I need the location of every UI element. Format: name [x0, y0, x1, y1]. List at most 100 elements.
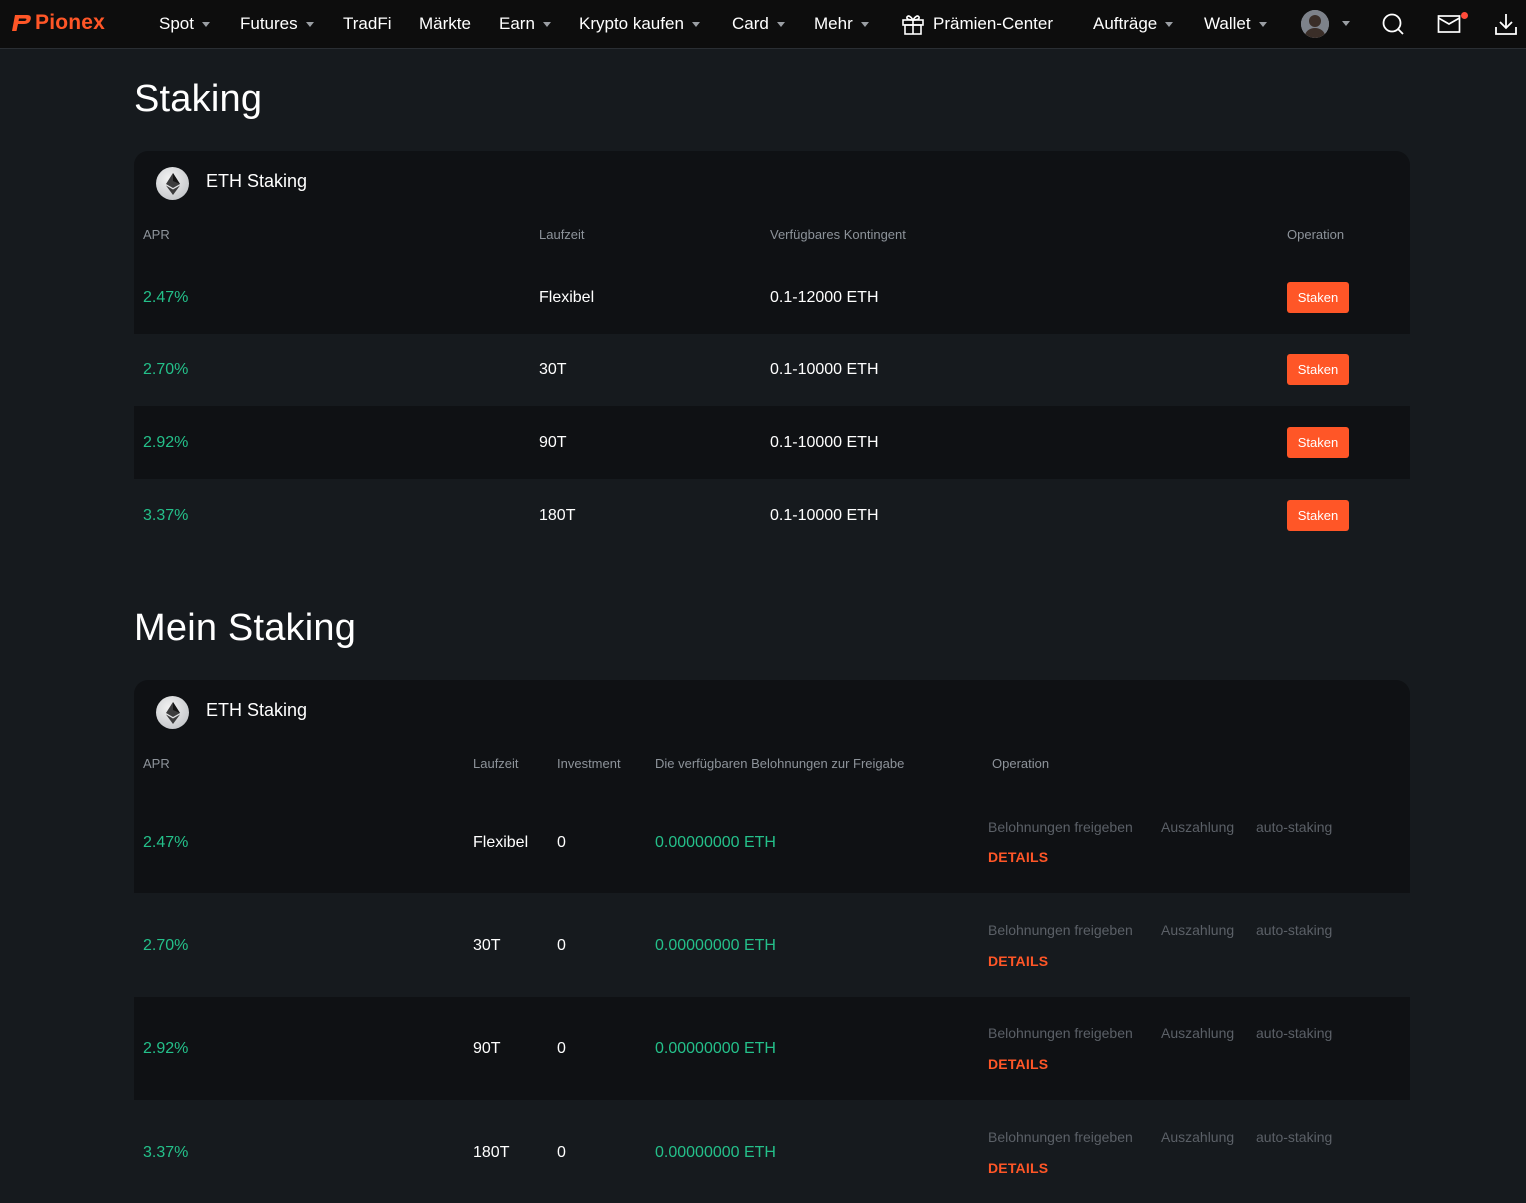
stake-button[interactable]: Staken [1287, 354, 1349, 385]
nav-maerkte-label: Märkte [419, 14, 471, 33]
release-rewards-link[interactable]: Belohnungen freigeben [988, 1129, 1133, 1145]
nav-tradfi[interactable]: TradFi [343, 0, 392, 48]
duration-value: Flexibel [473, 834, 529, 851]
table-row: 3.37% 180T 0.1-10000 ETH Staken [134, 479, 1410, 548]
release-rewards-link[interactable]: Belohnungen freigeben [988, 922, 1133, 938]
table-row: 2.70% 30T 0.1-10000 ETH Staken [134, 334, 1410, 406]
search-icon[interactable] [1381, 12, 1405, 36]
avatar[interactable] [1301, 10, 1329, 38]
withdraw-link[interactable]: Auszahlung [1161, 1129, 1234, 1145]
nav-mehr[interactable]: Mehr [814, 0, 869, 48]
apr-value: 2.70% [143, 361, 189, 378]
rewards-value: 0.00000000 ETH [655, 1144, 776, 1161]
rewards-value: 0.00000000 ETH [655, 834, 776, 851]
table-row: 2.92% 90T 0.1-10000 ETH Staken [134, 406, 1410, 479]
caret-down-icon [305, 21, 314, 27]
rewards-value: 0.00000000 ETH [655, 937, 776, 954]
nav-wallet[interactable]: Wallet [1204, 0, 1267, 48]
staking-title: Staking [134, 78, 263, 120]
quota-value: 0.1-10000 ETH [770, 507, 879, 524]
rewards-value: 0.00000000 ETH [655, 1040, 776, 1057]
duration-value: 180T [473, 1144, 510, 1161]
header-laufzeit: Laufzeit [473, 756, 519, 771]
stake-button[interactable]: Staken [1287, 282, 1349, 313]
table-row: 2.70% 30T 0 0.00000000 ETH Belohnungen f… [134, 893, 1410, 997]
apr-value: 2.92% [143, 434, 189, 451]
caret-down-icon [201, 21, 210, 27]
details-link[interactable]: DETAILS [988, 1160, 1048, 1176]
my-staking-title: Mein Staking [134, 607, 357, 649]
my-staking-card-header: ETH Staking [134, 680, 1410, 744]
withdraw-link[interactable]: Auszahlung [1161, 922, 1234, 938]
stake-button[interactable]: Staken [1287, 427, 1349, 458]
eth-coin-icon [156, 696, 189, 729]
nav-auftraege-label: Aufträge [1093, 14, 1158, 33]
table-row: 2.47% Flexibel 0 0.00000000 ETH Belohnun… [134, 790, 1410, 893]
header-apr: APR [143, 227, 170, 242]
auto-staking-link[interactable]: auto-staking [1256, 922, 1332, 938]
brand-logo[interactable]: Pionex [11, 11, 105, 35]
investment-value: 0 [557, 937, 566, 954]
investment-value: 0 [557, 1144, 566, 1161]
table-row: 2.47% Flexibel 0.1-12000 ETH Staken [134, 262, 1410, 334]
duration-value: Flexibel [539, 289, 595, 306]
staking-card-header: ETH Staking [134, 151, 1410, 215]
duration-value: 30T [473, 937, 501, 954]
auto-staking-link[interactable]: auto-staking [1256, 1025, 1332, 1041]
stake-button[interactable]: Staken [1287, 500, 1349, 531]
mail-icon[interactable] [1437, 12, 1461, 36]
apr-value: 2.47% [143, 834, 189, 851]
nav-maerkte[interactable]: Märkte [419, 0, 471, 48]
my-staking-card-name: ETH Staking [206, 700, 308, 720]
nav-card[interactable]: Card [732, 0, 785, 48]
nav-earn-label: Earn [499, 14, 535, 33]
nav-spot[interactable]: Spot [159, 0, 210, 48]
caret-down-icon [1258, 21, 1267, 27]
nav-krypto-kaufen-label: Krypto kaufen [579, 14, 684, 33]
header-rewards: Die verfügbaren Belohnungen zur Freigabe [655, 756, 905, 771]
table-row: 3.37% 180T 0 0.00000000 ETH Belohnungen … [134, 1100, 1410, 1203]
investment-value: 0 [557, 834, 566, 851]
nav-praemien-center-label: Prämien-Center [933, 14, 1053, 33]
staking-card: ETH Staking APR Laufzeit Verfügbares Kon… [134, 151, 1410, 548]
nav-earn[interactable]: Earn [499, 0, 551, 48]
details-link[interactable]: DETAILS [988, 953, 1048, 969]
header-operation: Operation [992, 756, 1050, 771]
withdraw-link[interactable]: Auszahlung [1161, 819, 1234, 835]
avatar-caret-down-icon[interactable] [1342, 21, 1350, 26]
quota-value: 0.1-10000 ETH [770, 434, 879, 451]
notification-dot [1461, 12, 1468, 19]
user-avatar-icon [1301, 10, 1329, 38]
release-rewards-link[interactable]: Belohnungen freigeben [988, 819, 1133, 835]
nav-praemien-center[interactable]: Prämien-Center [901, 0, 1053, 48]
auto-staking-link[interactable]: auto-staking [1256, 819, 1332, 835]
nav-auftraege[interactable]: Aufträge [1093, 0, 1174, 48]
quota-value: 0.1-10000 ETH [770, 361, 879, 378]
apr-value: 2.70% [143, 937, 189, 954]
duration-value: 90T [473, 1040, 501, 1057]
nav-futures[interactable]: Futures [240, 0, 314, 48]
nav-wallet-label: Wallet [1204, 14, 1251, 33]
caret-down-icon [542, 21, 551, 27]
header-investment: Investment [557, 756, 621, 771]
withdraw-link[interactable]: Auszahlung [1161, 1025, 1234, 1041]
nav-tradfi-label: TradFi [343, 14, 392, 33]
caret-down-icon [691, 21, 700, 27]
nav-card-label: Card [732, 14, 769, 33]
apr-value: 2.92% [143, 1040, 189, 1057]
apr-value: 3.37% [143, 1144, 189, 1161]
duration-value: 30T [539, 361, 567, 378]
caret-down-icon [1165, 21, 1174, 27]
details-link[interactable]: DETAILS [988, 1056, 1048, 1072]
details-link[interactable]: DETAILS [988, 849, 1048, 865]
nav-krypto-kaufen[interactable]: Krypto kaufen [579, 0, 700, 48]
auto-staking-link[interactable]: auto-staking [1256, 1129, 1332, 1145]
eth-coin-icon [156, 167, 189, 200]
duration-value: 90T [539, 434, 567, 451]
table-row: 2.92% 90T 0 0.00000000 ETH Belohnungen f… [134, 997, 1410, 1100]
nav-mehr-label: Mehr [814, 14, 853, 33]
brand-name: Pionex [35, 11, 106, 34]
download-icon[interactable] [1494, 12, 1518, 36]
release-rewards-link[interactable]: Belohnungen freigeben [988, 1025, 1133, 1041]
duration-value: 180T [539, 507, 576, 524]
